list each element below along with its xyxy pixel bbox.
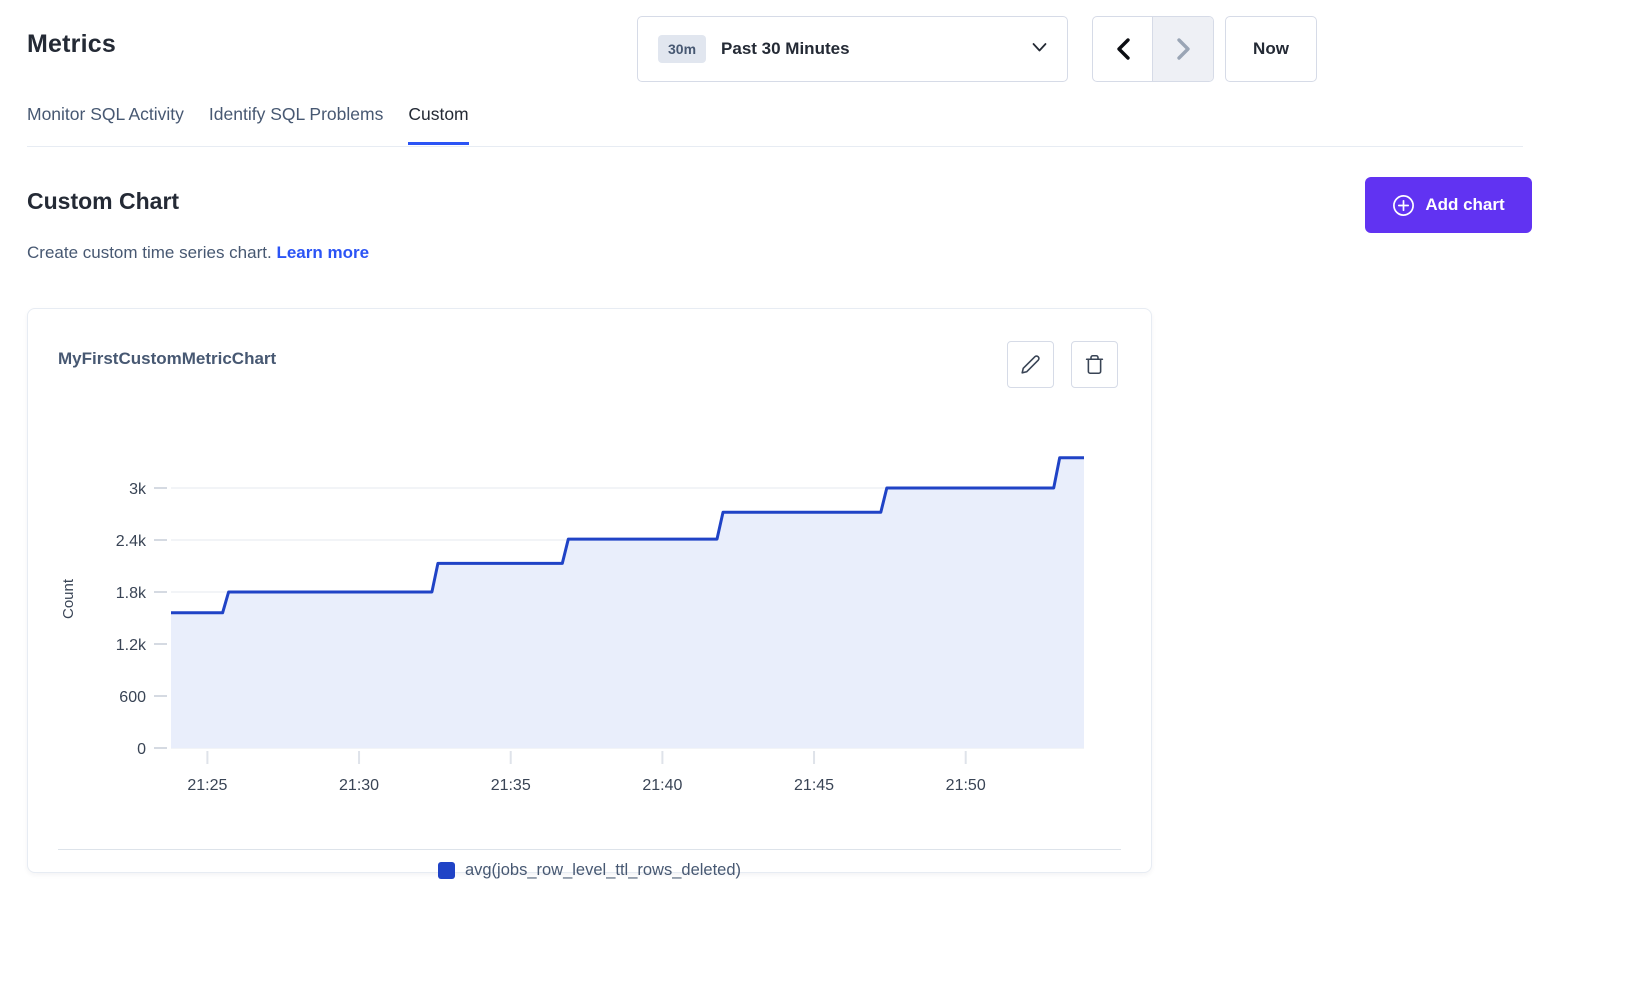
chart-legend: avg(jobs_row_level_ttl_rows_deleted) (28, 861, 1151, 880)
svg-text:0: 0 (137, 741, 146, 758)
tab-custom[interactable]: Custom (408, 104, 468, 145)
tabs-divider (27, 146, 1523, 147)
delete-chart-button[interactable] (1071, 341, 1118, 388)
legend-divider (58, 849, 1121, 850)
chart-title: MyFirstCustomMetricChart (58, 349, 276, 369)
trash-icon (1084, 354, 1105, 375)
legend-series-label: avg(jobs_row_level_ttl_rows_deleted) (465, 861, 741, 880)
metrics-tabs: Monitor SQL Activity Identify SQL Proble… (27, 104, 469, 145)
circle-plus-icon (1392, 194, 1415, 217)
svg-text:2.4k: 2.4k (116, 533, 147, 550)
svg-text:600: 600 (119, 689, 146, 706)
add-chart-button[interactable]: Add chart (1365, 177, 1532, 233)
learn-more-link[interactable]: Learn more (276, 243, 369, 262)
next-time-window-button[interactable] (1153, 17, 1213, 81)
time-range-badge: 30m (658, 35, 706, 63)
legend-color-swatch (438, 862, 455, 879)
subtitle-text: Create custom time series chart. (27, 243, 272, 262)
page-title: Metrics (27, 30, 116, 59)
svg-text:1.2k: 1.2k (116, 637, 147, 654)
time-window-arrows (1092, 16, 1214, 82)
tab-identify-sql-problems[interactable]: Identify SQL Problems (209, 104, 383, 145)
now-button[interactable]: Now (1225, 16, 1317, 82)
svg-text:21:40: 21:40 (642, 777, 682, 794)
svg-text:21:25: 21:25 (187, 777, 227, 794)
custom-chart-plot: 0 600 1.2k 1.8k 2.4k 3k 21:25 21:30 21:35 21:40 21… (28, 399, 1153, 799)
svg-text:Count: Count (60, 578, 77, 619)
pencil-icon (1020, 354, 1041, 375)
custom-chart-card: MyFirstCustomMetricChart 0 600 1.2k 1.8k 2.4… (27, 308, 1152, 873)
time-range-picker[interactable]: 30m Past 30 Minutes (637, 16, 1068, 82)
svg-text:1.8k: 1.8k (116, 585, 147, 602)
tab-monitor-sql-activity[interactable]: Monitor SQL Activity (27, 104, 184, 145)
edit-chart-button[interactable] (1007, 341, 1054, 388)
time-range-label: Past 30 Minutes (721, 39, 850, 59)
chart-actions (1007, 341, 1118, 388)
add-chart-label: Add chart (1425, 195, 1504, 215)
svg-text:21:45: 21:45 (794, 777, 834, 794)
section-subtitle: Create custom time series chart. Learn m… (27, 243, 369, 263)
chevron-down-icon (1032, 40, 1047, 58)
previous-time-window-button[interactable] (1093, 17, 1153, 81)
svg-text:21:35: 21:35 (491, 777, 531, 794)
svg-text:21:50: 21:50 (946, 777, 986, 794)
svg-text:3k: 3k (129, 481, 147, 498)
svg-text:21:30: 21:30 (339, 777, 379, 794)
section-title: Custom Chart (27, 188, 179, 215)
